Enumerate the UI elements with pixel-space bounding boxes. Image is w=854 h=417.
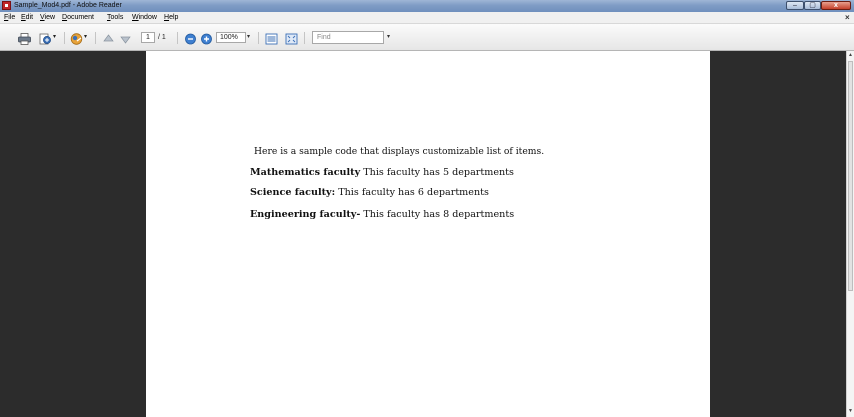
menu-label: iew bbox=[44, 14, 56, 21]
title-bar: Sample_Mod4.pdf - Adobe Reader – ▢ x bbox=[0, 0, 854, 12]
list-item: Engineering faculty- This faculty has 8 … bbox=[250, 209, 514, 220]
zoom-level-field[interactable]: 100% bbox=[216, 32, 246, 43]
close-button[interactable]: x bbox=[821, 1, 851, 10]
menu-label: ools bbox=[110, 14, 124, 21]
toolbar: ▾ ▾ 1 / 1 100% ▾ Find ▾ bbox=[0, 24, 854, 51]
menu-label: ocument bbox=[67, 14, 94, 21]
menu-mnemonic: W bbox=[132, 14, 139, 21]
create-pdf-icon[interactable] bbox=[39, 32, 52, 45]
vertical-scrollbar[interactable]: ▲ ▼ bbox=[846, 51, 854, 417]
dropdown-arrow-icon[interactable]: ▾ bbox=[53, 32, 56, 42]
fit-page-icon[interactable] bbox=[285, 32, 298, 45]
menu-bar: File Edit View Document Tools Window Hel… bbox=[0, 12, 854, 24]
maximize-button[interactable]: ▢ bbox=[804, 1, 821, 10]
zoom-dropdown-icon[interactable]: ▾ bbox=[247, 33, 250, 40]
zoom-in-icon[interactable] bbox=[200, 32, 213, 45]
scroll-thumb[interactable] bbox=[848, 61, 853, 291]
find-input[interactable]: Find bbox=[312, 31, 384, 44]
menu-file[interactable]: File bbox=[4, 12, 15, 24]
scroll-up-icon[interactable]: ▲ bbox=[847, 51, 854, 59]
list-item: Science faculty: This faculty has 6 depa… bbox=[250, 187, 489, 198]
intro-text: Here is a sample code that displays cust… bbox=[254, 146, 545, 157]
page-total-label: / 1 bbox=[158, 34, 166, 41]
fit-width-icon[interactable] bbox=[265, 32, 278, 45]
next-page-icon[interactable] bbox=[119, 32, 132, 44]
document-workspace: Here is a sample code that displays cust… bbox=[0, 51, 846, 417]
toolbar-separator bbox=[64, 32, 65, 44]
list-item-description: This faculty has 5 departments bbox=[363, 167, 514, 178]
list-item-term: Engineering faculty- bbox=[250, 209, 361, 220]
pdf-page: Here is a sample code that displays cust… bbox=[146, 51, 710, 417]
list-item-term: Mathematics faculty bbox=[250, 167, 361, 178]
toolbar-separator bbox=[177, 32, 178, 44]
menu-label: dit bbox=[25, 14, 34, 21]
find-dropdown-icon[interactable]: ▾ bbox=[387, 33, 390, 40]
toolbar-separator bbox=[304, 32, 305, 44]
collaborate-icon[interactable] bbox=[70, 32, 83, 45]
toolbar-separator bbox=[258, 32, 259, 44]
menu-label: ile bbox=[8, 14, 16, 21]
list-item-term: Science faculty: bbox=[250, 187, 336, 198]
list-item-description: This faculty has 6 departments bbox=[338, 187, 489, 198]
menu-window[interactable]: Window bbox=[132, 12, 157, 24]
adobe-reader-icon bbox=[2, 1, 11, 10]
menu-document[interactable]: Document bbox=[62, 12, 94, 24]
page-number-input[interactable]: 1 bbox=[141, 32, 155, 43]
list-item-description: This faculty has 8 departments bbox=[363, 209, 515, 220]
list-item: Mathematics faculty This faculty has 5 d… bbox=[250, 167, 514, 178]
menu-view[interactable]: View bbox=[40, 12, 55, 24]
scroll-down-icon[interactable]: ▼ bbox=[847, 407, 854, 415]
close-document-button[interactable]: × bbox=[845, 12, 850, 24]
menu-label: indow bbox=[138, 14, 157, 21]
menu-label: elp bbox=[169, 14, 179, 21]
dropdown-arrow-icon[interactable]: ▾ bbox=[84, 32, 87, 42]
zoom-out-icon[interactable] bbox=[184, 32, 197, 45]
previous-page-icon[interactable] bbox=[102, 32, 115, 44]
menu-edit[interactable]: Edit bbox=[21, 12, 33, 24]
print-icon[interactable] bbox=[18, 32, 31, 45]
toolbar-separator bbox=[95, 32, 96, 44]
minimize-button[interactable]: – bbox=[786, 1, 804, 10]
window-title: Sample_Mod4.pdf - Adobe Reader bbox=[14, 2, 122, 9]
menu-help[interactable]: Help bbox=[164, 12, 178, 24]
menu-tools[interactable]: Tools bbox=[107, 12, 123, 24]
